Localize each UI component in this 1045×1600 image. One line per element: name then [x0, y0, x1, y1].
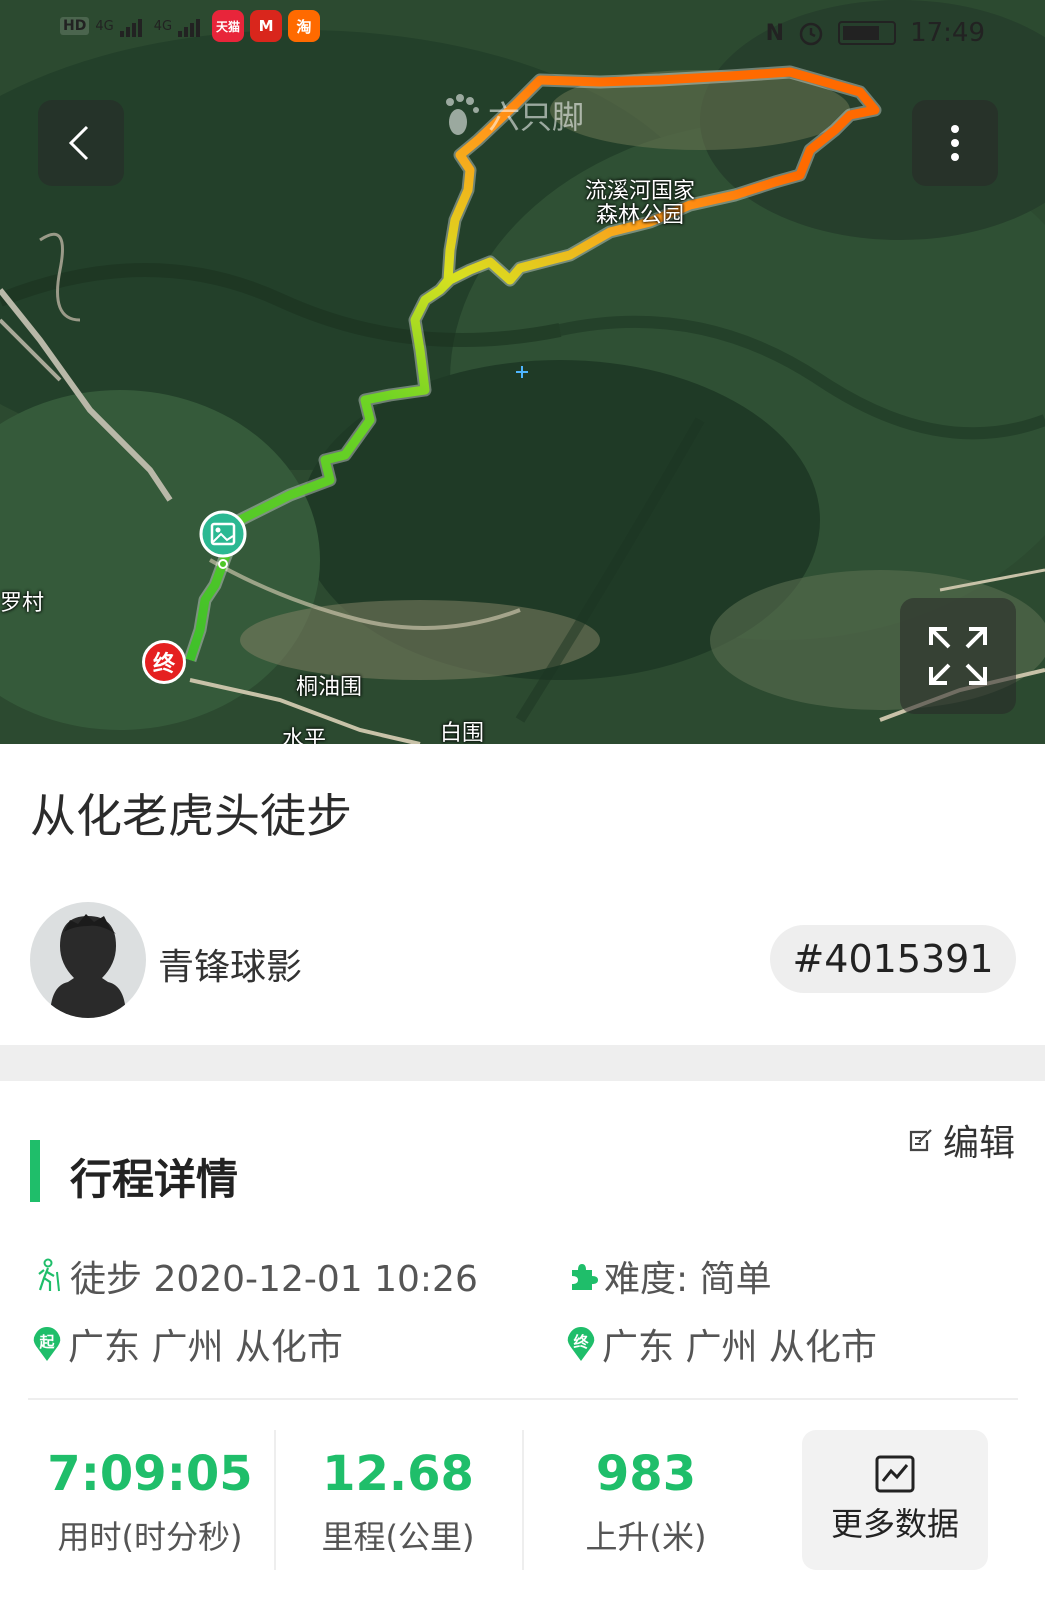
- map-label-line: 流溪河国家: [585, 179, 696, 204]
- end-marker-label: 终: [152, 652, 175, 677]
- activity-row: 徒步 2020-12-01 10:26: [32, 1250, 478, 1302]
- more-data-label: 更多数据: [830, 1505, 959, 1543]
- hd-badge: HD: [60, 17, 90, 35]
- route-map[interactable]: HD 4G 4G 天猫 M 淘 N 17:49 六只脚 流溪河国家 森林公园 罗…: [0, 0, 1045, 744]
- network-label: 4G: [95, 18, 114, 34]
- watermark: 六只脚: [440, 92, 584, 138]
- track-id-badge: #4015391: [770, 925, 1016, 993]
- end-location-text: 广东 广州 从化市: [602, 1327, 877, 1368]
- battery-icon: [838, 21, 897, 45]
- user-silhouette-icon: [50, 914, 126, 1018]
- start-location-row: 起 广东 广州 从化市: [32, 1318, 343, 1370]
- hiking-icon: [38, 1258, 60, 1292]
- stat-value: 7:09:05: [47, 1446, 253, 1502]
- difficulty-text: 难度: 简单: [604, 1259, 772, 1300]
- stat-separator: [274, 1430, 276, 1570]
- taobao-app-icon: 淘: [288, 10, 321, 42]
- avatar[interactable]: [30, 902, 146, 1018]
- details-divider: [28, 1398, 1018, 1400]
- back-button[interactable]: [38, 100, 124, 186]
- stat-label: 里程(公里): [321, 1518, 475, 1556]
- expand-icon: [929, 627, 987, 685]
- map-label-line: 森林公园: [596, 203, 685, 229]
- more-vertical-icon: [951, 125, 959, 161]
- watermark-text: 六只脚: [488, 98, 585, 136]
- activity-text: 徒步 2020-12-01 10:26: [70, 1259, 478, 1300]
- trip-title: 从化老虎头徒步: [30, 789, 352, 843]
- tmall-app-icon: 天猫: [212, 10, 245, 42]
- stat-distance: 12.68 里程(公里): [278, 1450, 518, 1558]
- map-label-village: 水平: [282, 727, 327, 744]
- image-pin-icon: [199, 510, 247, 569]
- fullscreen-button[interactable]: [900, 598, 1016, 714]
- edit-icon: [909, 1129, 932, 1152]
- chart-icon: [875, 1455, 915, 1493]
- difficulty-row: 难度: 简单: [566, 1250, 772, 1302]
- start-pin-icon: 起: [32, 1326, 62, 1362]
- clock-time: 17:49: [910, 18, 985, 48]
- end-location-row: 终 广东 广州 从化市: [566, 1318, 877, 1370]
- mcdonalds-app-icon: M: [250, 10, 283, 42]
- network-label: 4G: [153, 18, 173, 34]
- nfc-icon: N: [765, 20, 785, 46]
- end-marker[interactable]: 终: [142, 640, 186, 684]
- map-label-village: 白围: [440, 721, 485, 744]
- more-data-button[interactable]: 更多数据: [802, 1430, 988, 1570]
- footprint-icon: [446, 94, 479, 135]
- chevron-left-icon: [68, 125, 89, 161]
- map-label-village: 罗村: [0, 591, 45, 616]
- section-accent-bar: [30, 1140, 40, 1202]
- stat-label: 用时(时分秒): [57, 1518, 243, 1556]
- section-title: 行程详情: [70, 1155, 239, 1204]
- start-location-text: 广东 广州 从化市: [68, 1327, 343, 1368]
- signal-icon: [178, 15, 201, 37]
- stat-duration: 7:09:05 用时(时分秒): [30, 1450, 270, 1558]
- photo-marker[interactable]: [197, 510, 249, 572]
- alarm-icon: [799, 22, 823, 46]
- map-label-village: 桐油围: [296, 675, 363, 700]
- end-pin-icon: 终: [566, 1326, 596, 1362]
- puzzle-icon: [572, 1264, 598, 1290]
- username[interactable]: 青锋球影: [158, 938, 302, 990]
- signal-icon: [119, 15, 142, 37]
- stat-value: 12.68: [322, 1446, 474, 1502]
- section-divider: [0, 1045, 1045, 1081]
- stat-separator: [522, 1430, 524, 1570]
- map-label-park: 流溪河国家 森林公园: [585, 179, 696, 229]
- status-bar: HD 4G 4G 天猫 M 淘 N 17:49: [0, 0, 1045, 70]
- stat-value: 983: [595, 1446, 697, 1502]
- more-options-button[interactable]: [912, 100, 998, 186]
- edit-button[interactable]: 编辑: [907, 1114, 1015, 1166]
- edit-label: 编辑: [942, 1123, 1015, 1164]
- stat-label: 上升(米): [585, 1518, 707, 1556]
- stat-ascent: 983 上升(米): [526, 1450, 766, 1558]
